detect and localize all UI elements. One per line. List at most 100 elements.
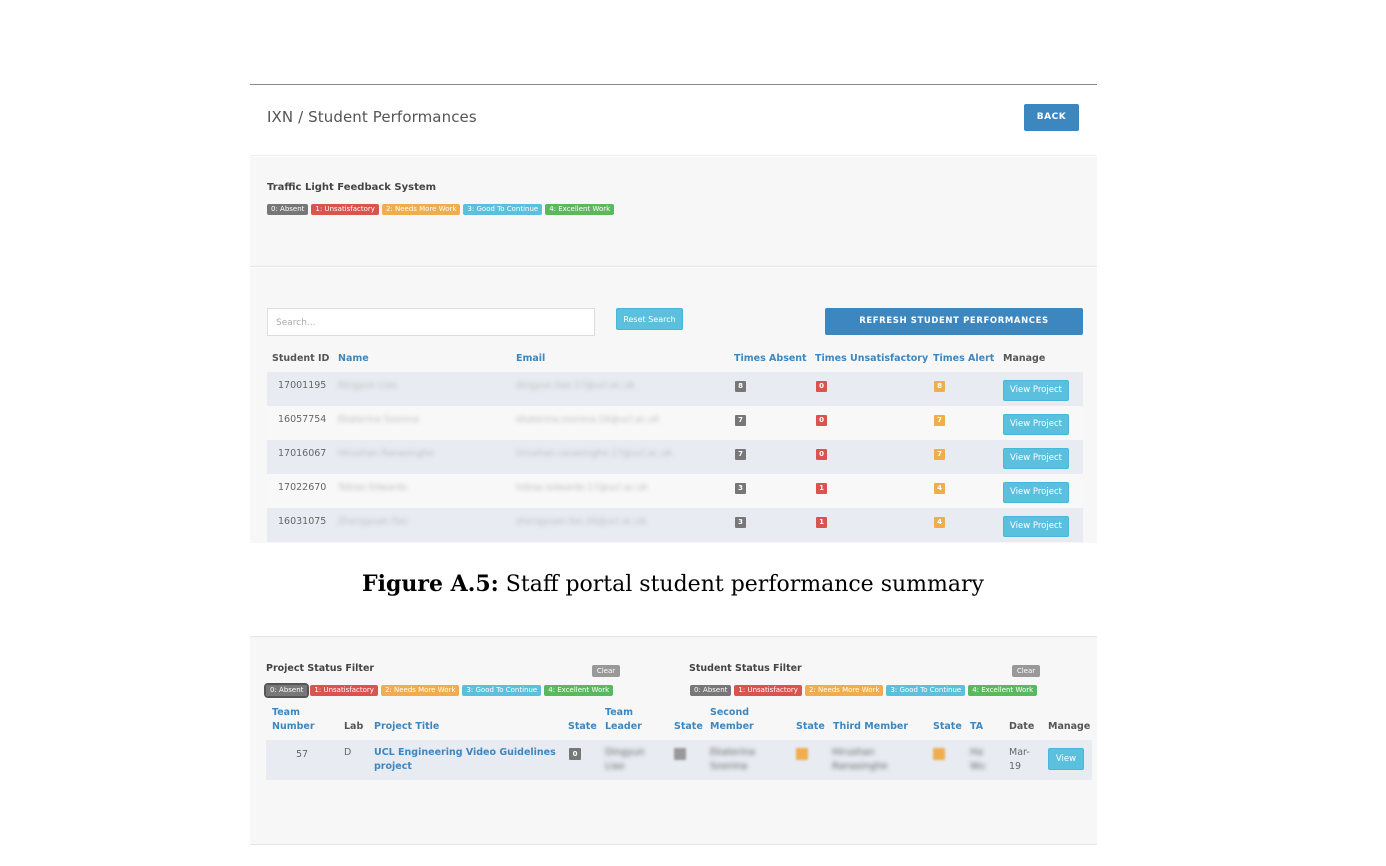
student-status-filter: 0: Absent 1: Unsatisfactory 2: Needs Mor… xyxy=(690,685,1038,696)
times-absent-badge: 3 xyxy=(735,483,746,494)
column-header-second-state[interactable]: State xyxy=(796,720,825,734)
legend-good-to-continue: 3: Good To Continue xyxy=(463,204,543,215)
student-filter-clear-button[interactable]: Clear xyxy=(1012,665,1040,677)
column-header-times-unsatisfactory[interactable]: Times Unsatisfactory xyxy=(815,353,928,364)
back-button[interactable]: BACK xyxy=(1024,104,1079,131)
times-unsatisfactory-badge: 1 xyxy=(816,517,827,528)
name-line: Liao xyxy=(605,761,625,772)
student-id-cell: 17016067 xyxy=(278,448,327,459)
column-header-project-state[interactable]: State xyxy=(568,720,597,734)
third-member-cell: Hirushan Ranasinghe xyxy=(832,746,888,774)
name-line: Dingyun xyxy=(605,747,645,758)
breadcrumb: IXN / Student Performances xyxy=(267,108,477,126)
student-filter-unsatisfactory[interactable]: 1: Unsatisfactory xyxy=(734,685,802,696)
project-filter-absent[interactable]: 0: Absent xyxy=(263,683,310,698)
student-filter-excellent-work[interactable]: 4: Excellent Work xyxy=(968,685,1038,696)
column-header-date: Date xyxy=(1009,721,1035,732)
student-name-cell: Hirushan Ranasinghe xyxy=(338,449,434,459)
search-input[interactable]: Search... xyxy=(267,308,595,336)
page-header: IXN / Student Performances BACK xyxy=(250,85,1097,156)
student-id-cell: 17022670 xyxy=(278,482,327,493)
header-line: Team xyxy=(272,707,300,718)
traffic-light-panel: Traffic Light Feedback System 0: Absent … xyxy=(250,157,1097,267)
figure-label: Figure A.5: xyxy=(362,571,499,597)
times-alert-badge: 4 xyxy=(934,483,945,494)
project-filter-excellent-work[interactable]: 4: Excellent Work xyxy=(544,685,614,696)
student-id-cell: 16057754 xyxy=(278,414,327,425)
project-filter-good-to-continue[interactable]: 3: Good To Continue xyxy=(462,685,542,696)
student-filter-absent[interactable]: 0: Absent xyxy=(690,685,732,696)
table-row: 17001195 Dingyun Liao dingyun.liao.17@uc… xyxy=(267,372,1083,406)
name-line: Wu xyxy=(970,761,986,772)
project-filter-needs-more-work[interactable]: 2: Needs More Work xyxy=(380,685,460,696)
legend-unsatisfactory: 1: Unsatisfactory xyxy=(311,204,379,215)
date-cell: Mar- 19 xyxy=(1009,746,1030,774)
student-id-cell: 16031075 xyxy=(278,516,327,527)
project-filter-clear-button[interactable]: Clear xyxy=(592,665,620,677)
table-row: 57 D UCL Engineering Video Guidelines pro… xyxy=(266,740,1092,780)
reset-search-button[interactable]: Reset Search xyxy=(616,308,683,330)
times-absent-badge: 3 xyxy=(735,517,746,528)
lab-cell: D xyxy=(344,747,352,758)
table-row: 16031075 Zhengyuan Fan zhengyuan.fan.16@… xyxy=(267,508,1083,542)
project-status-filter: 0: Absent 1: Unsatisfactory 2: Needs Mor… xyxy=(263,683,614,698)
header-line: Leader xyxy=(605,721,642,732)
view-project-button[interactable]: View Project xyxy=(1003,516,1069,537)
student-email-cell: dingyun.liao.17@ucl.ac.uk xyxy=(516,381,635,391)
view-button[interactable]: View xyxy=(1048,748,1084,770)
header-line: Second xyxy=(710,707,750,718)
column-header-project-title[interactable]: Project Title xyxy=(374,720,439,734)
times-alert-badge: 7 xyxy=(934,415,945,426)
column-header-email[interactable]: Email xyxy=(516,353,545,364)
figure-caption-text: Staff portal student performance summary xyxy=(498,572,984,597)
second-member-cell: Ekaterina Sosnina xyxy=(710,746,755,774)
times-alert-badge: 4 xyxy=(934,517,945,528)
times-absent-badge: 7 xyxy=(735,449,746,460)
column-header-third-member[interactable]: Third Member xyxy=(833,720,908,734)
column-header-times-absent[interactable]: Times Absent xyxy=(734,353,807,364)
date-line: Mar- xyxy=(1009,747,1030,758)
column-header-manage: Manage xyxy=(1048,721,1091,732)
title-line: UCL Engineering Video Guidelines xyxy=(374,747,556,758)
refresh-performances-button[interactable]: REFRESH STUDENT PERFORMANCES xyxy=(825,308,1083,335)
times-alert-badge: 8 xyxy=(934,381,945,392)
view-project-button[interactable]: View Project xyxy=(1003,448,1069,469)
column-header-times-alert[interactable]: Times Alert xyxy=(933,353,994,364)
student-status-filter-title: Student Status Filter xyxy=(689,663,802,674)
project-status-screenshot: Project Status Filter Clear 0: Absent 1:… xyxy=(250,636,1097,845)
legend-excellent-work: 4: Excellent Work xyxy=(545,204,615,215)
legend-needs-more-work: 2: Needs More Work xyxy=(381,204,461,215)
student-email-cell: tobias.edwards.17@ucl.ac.uk xyxy=(516,483,648,493)
student-performances-screenshot: IXN / Student Performances BACK Traffic … xyxy=(250,84,1097,543)
column-header-leader-state[interactable]: State xyxy=(674,720,703,734)
project-filter-unsatisfactory[interactable]: 1: Unsatisfactory xyxy=(310,685,378,696)
view-project-button[interactable]: View Project xyxy=(1003,414,1069,435)
student-name-cell: Tobias Edwards xyxy=(338,483,407,493)
column-header-team-leader[interactable]: Team Leader xyxy=(605,706,642,734)
name-line: Ranasinghe xyxy=(832,761,888,772)
title-line: project xyxy=(374,761,412,772)
view-project-button[interactable]: View Project xyxy=(1003,380,1069,401)
column-header-team-number[interactable]: Team Number xyxy=(272,706,315,734)
times-unsatisfactory-badge: 0 xyxy=(816,449,827,460)
table-row: 17016067 Hirushan Ranasinghe hirushan.ra… xyxy=(267,440,1083,474)
student-filter-good-to-continue[interactable]: 3: Good To Continue xyxy=(886,685,966,696)
name-line: Ha xyxy=(970,747,983,758)
times-unsatisfactory-badge: 0 xyxy=(816,415,827,426)
leader-state-badge xyxy=(674,748,686,760)
column-header-second-member[interactable]: Second Member xyxy=(710,706,754,734)
student-name-cell: Dingyun Liao xyxy=(338,381,397,391)
project-status-filter-title: Project Status Filter xyxy=(266,663,375,674)
view-project-button[interactable]: View Project xyxy=(1003,482,1069,503)
column-header-student-id: Student ID xyxy=(272,353,330,364)
column-header-name[interactable]: Name xyxy=(338,353,369,364)
project-title-link[interactable]: UCL Engineering Video Guidelines project xyxy=(374,746,556,774)
student-name-cell: Zhengyuan Fan xyxy=(338,517,408,527)
column-header-third-state[interactable]: State xyxy=(933,720,962,734)
ta-cell: Ha Wu xyxy=(970,746,985,774)
student-filter-needs-more-work[interactable]: 2: Needs More Work xyxy=(804,685,884,696)
column-header-ta[interactable]: TA xyxy=(970,720,983,734)
times-unsatisfactory-badge: 0 xyxy=(816,381,827,392)
times-alert-badge: 7 xyxy=(934,449,945,460)
student-name-cell: Ekaterina Sosnina xyxy=(338,415,419,425)
